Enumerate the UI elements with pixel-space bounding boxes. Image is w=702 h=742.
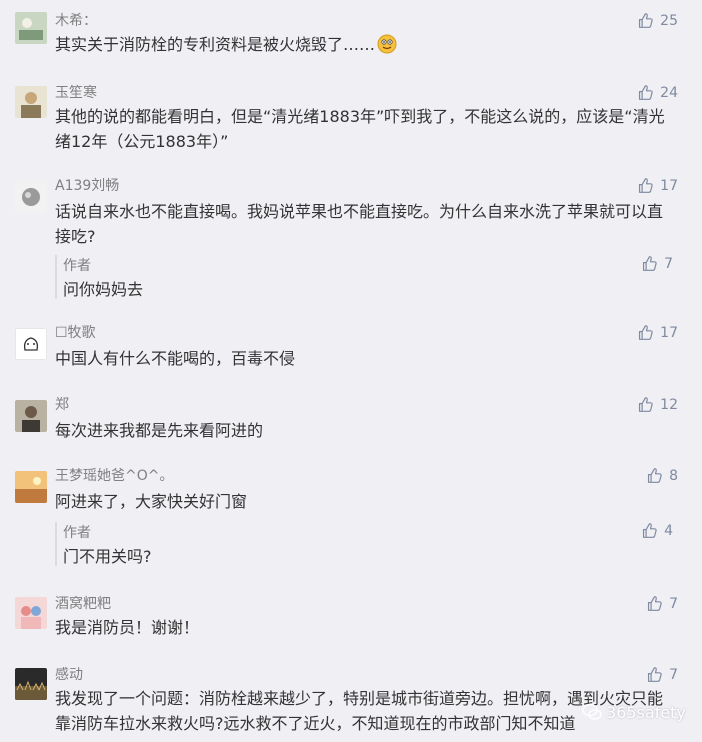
like-count: 7 xyxy=(664,255,673,272)
thumbs-up-icon xyxy=(648,468,662,483)
like-count: 12 xyxy=(660,396,678,413)
avatar[interactable] xyxy=(15,471,47,503)
thumbs-up-icon xyxy=(643,256,657,271)
avatar[interactable] xyxy=(15,181,47,213)
avatar[interactable] xyxy=(15,668,47,700)
comment-text: 每次进来我都是先来看阿进的 xyxy=(55,421,264,440)
reply-text: 问你妈妈去 xyxy=(63,280,144,299)
like-button[interactable]: 8 xyxy=(646,467,678,484)
like-count: 25 xyxy=(660,12,678,29)
like-button[interactable]: 4 xyxy=(641,522,673,539)
thumbs-up-icon xyxy=(648,667,662,682)
reply-text: 门不用关吗? xyxy=(63,547,152,566)
reply-nickname: 作者 xyxy=(63,258,91,274)
like-button[interactable]: 17 xyxy=(637,324,678,341)
comment-text: 中国人有什么不能喝的，百毒不侵 xyxy=(55,349,296,368)
comment-nickname: 酒窝粑粑 xyxy=(55,596,111,612)
comment-nickname: 木希： xyxy=(55,13,97,29)
avatar[interactable] xyxy=(15,400,47,432)
comment-text-content: 其实关于消防栓的专利资料是被火烧毁了…… xyxy=(55,35,376,54)
comment-nickname: 郑 xyxy=(55,397,69,413)
like-count: 17 xyxy=(660,177,678,194)
watermark-text: 365safety xyxy=(606,702,686,722)
thumbs-up-icon xyxy=(639,325,653,340)
thumbs-up-icon xyxy=(648,596,662,611)
author-reply: 作者 门不用关吗? 4 xyxy=(55,522,697,566)
like-button[interactable]: 7 xyxy=(646,595,678,612)
grinning-face-icon xyxy=(377,34,397,54)
comment-text: 其实关于消防栓的专利资料是被火烧毁了…… xyxy=(55,32,675,57)
like-count: 4 xyxy=(664,522,673,539)
thumbs-up-icon xyxy=(639,178,653,193)
avatar[interactable] xyxy=(15,597,47,629)
thumbs-up-icon xyxy=(643,523,657,538)
comment-text: 我是消防员！谢谢！ xyxy=(55,618,200,637)
like-button[interactable]: 24 xyxy=(637,84,678,101)
like-count: 7 xyxy=(669,666,678,683)
comment-nickname: ☐牧歌 xyxy=(55,325,96,341)
like-count: 8 xyxy=(669,467,678,484)
avatar[interactable] xyxy=(15,86,47,118)
watermark: 365safety xyxy=(582,702,686,722)
comment-text: 话说自来水也不能直接喝。我妈说苹果也不能直接吃。为什么自来水洗了苹果就可以直接吃… xyxy=(55,202,664,246)
like-count: 17 xyxy=(660,324,678,341)
avatar[interactable] xyxy=(15,328,47,360)
like-button[interactable]: 7 xyxy=(641,255,673,272)
comment-text: 其他的说的都能看明白，但是“清光绪1883年”吓到我了，不能这么说的，应该是“清… xyxy=(55,107,665,151)
thumbs-up-icon xyxy=(639,397,653,412)
author-reply: 作者 问你妈妈去 7 xyxy=(55,255,697,299)
comment-nickname: 玉笙寒 xyxy=(55,85,97,101)
reply-nickname: 作者 xyxy=(63,525,91,541)
thumbs-up-icon xyxy=(639,85,653,100)
comment-nickname: 感动 xyxy=(55,667,83,683)
comment-nickname: 王梦瑶她爸^O^。 xyxy=(55,468,174,484)
comment-nickname: A139刘畅 xyxy=(55,178,120,194)
like-button[interactable]: 17 xyxy=(637,177,678,194)
like-count: 7 xyxy=(669,595,678,612)
like-button[interactable]: 25 xyxy=(637,12,678,29)
like-count: 24 xyxy=(660,84,678,101)
thumbs-up-icon xyxy=(639,13,653,28)
like-button[interactable]: 7 xyxy=(646,666,678,683)
comment-text: 阿进来了，大家快关好门窗 xyxy=(55,492,248,511)
like-button[interactable]: 12 xyxy=(637,396,678,413)
avatar[interactable] xyxy=(15,12,47,44)
wechat-icon xyxy=(582,703,602,720)
